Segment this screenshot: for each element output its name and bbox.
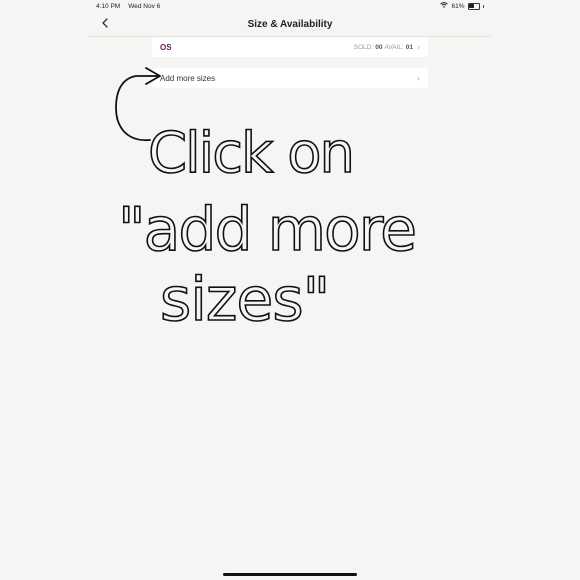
page-title: Size & Availability [247,18,333,30]
chevron-right-icon: › [417,73,420,83]
sold-value: 00 [375,43,383,51]
avail-label: AVAIL: [384,43,404,51]
battery-cap [482,4,484,8]
status-left: 4:10 PM Wed Nov 6 [96,3,160,10]
battery-icon [467,2,480,10]
size-label: OS [160,42,172,52]
add-more-sizes-label: Add more sizes [160,73,216,83]
sold-label: SOLD: [353,43,374,51]
size-row-os[interactable]: OS SOLD: 00 AVAIL: 01 › [152,37,428,57]
wifi-icon [440,2,449,10]
battery-fill [469,4,474,8]
navigation-bar: Size & Availability [88,12,492,37]
back-button[interactable] [98,16,112,30]
add-more-sizes-row[interactable]: Add more sizes › [152,68,428,88]
chevron-left-icon [102,18,108,28]
battery-percent: 61% [451,2,465,10]
chevron-right-icon: › [417,42,420,52]
status-date: Wed Nov 6 [128,2,161,10]
status-bar: 4:10 PM Wed Nov 6 61% [88,0,492,12]
status-right: 61% [440,2,484,10]
size-stats: SOLD: 00 AVAIL: 01 › [354,42,420,52]
app-screen: 4:10 PM Wed Nov 6 61% Size & Availabilit… [88,0,492,580]
status-time: 4:10 PM [96,2,121,10]
avail-value: 01 [405,43,413,51]
home-indicator [223,573,357,576]
